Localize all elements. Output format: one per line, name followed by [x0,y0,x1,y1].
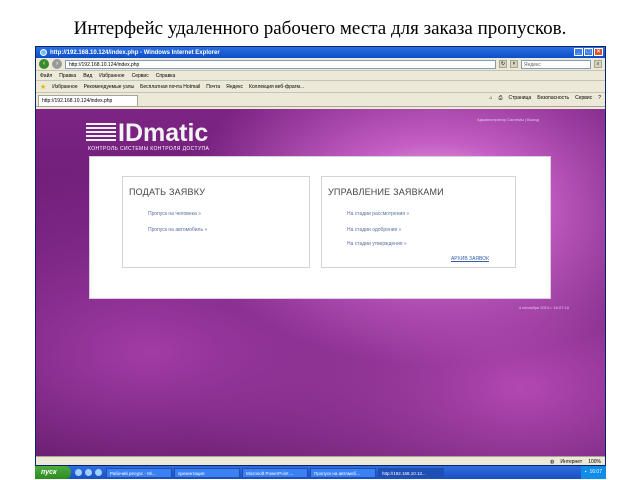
favorites-item[interactable]: Яндекс [226,84,243,90]
logo-text: IDmatic [118,119,209,147]
address-toolbar: ‹ › http://192.168.10.124/index.php ↻ × … [36,58,605,71]
window-title: http://192.168.10.124/index.php - Window… [50,49,220,56]
favorites-bar: ★ Избранное Рекомендуемые узлы Бесплатна… [36,81,605,93]
forward-button[interactable]: › [52,59,62,69]
tab-bar: http://192.168.10.124/index.php ⌂ ⎙ Стра… [36,93,605,107]
taskbar-item[interactable]: Пропуск на автомоб... [310,467,376,478]
address-input[interactable]: http://192.168.10.124/index.php [65,59,496,69]
menu-edit[interactable]: Правка [59,73,76,79]
command-tools[interactable]: Сервис [575,95,592,101]
status-bar: ◍ Интернет 100% [36,456,605,465]
stop-icon[interactable]: × [510,60,518,68]
taskbar-item[interactable]: презентация [174,467,240,478]
logo-stripes-icon [86,123,116,143]
favorites-item[interactable]: Коллекция веб-фрагм... [249,84,304,90]
submit-request-box: ПОДАТЬ ЗАЯВКУ Пропуск на человека » Проп… [122,176,310,268]
main-panel: ПОДАТЬ ЗАЯВКУ Пропуск на человека » Проп… [89,156,551,299]
favorites-item[interactable]: Бесплатная почта Hotmail [140,84,200,90]
start-button[interactable]: пуск [35,466,71,479]
window-controls: _ □ × [574,48,603,56]
zoom-level[interactable]: 100% [588,459,601,465]
favorites-button[interactable]: Избранное [52,84,77,90]
vehicle-pass-link[interactable]: Пропуск на автомобиль » [148,227,207,233]
search-input[interactable]: Яндекс [521,59,591,69]
tray-icon[interactable]: ▪ [585,466,587,479]
quick-launch [75,469,102,476]
back-button[interactable]: ‹ [39,59,49,69]
footer-date: 4 сентября 2013 г. 16:07:10 [518,305,569,310]
favorites-star-icon[interactable]: ★ [40,83,46,91]
browser-window: http://192.168.10.124/index.php - Window… [35,46,606,466]
help-icon[interactable]: ? [598,95,601,101]
status-zone: Интернет [560,459,583,465]
logo-subtitle: КОНТРОЛЬ СИСТЕМЫ КОНТРОЛЯ ДОСТУПА [88,146,210,152]
favorites-item[interactable]: Почта [206,84,220,90]
command-page[interactable]: Страница [509,95,532,101]
taskbar-item[interactable]: Рабочий ресурс - Mi... [106,467,172,478]
window-titlebar: http://192.168.10.124/index.php - Window… [36,47,605,58]
person-pass-link[interactable]: Пропуск на человека » [148,211,201,217]
command-bar: ⌂ ⎙ Страница Безопасность Сервис ? [489,95,601,101]
home-icon[interactable]: ⌂ [489,95,492,101]
submit-request-title: ПОДАТЬ ЗАЯВКУ [129,187,206,197]
archive-link[interactable]: АРХИВ ЗАЯВОК [451,256,489,262]
page-content: Администратор Системы | Выход IDmatic КО… [36,109,605,457]
manage-requests-box: УПРАВЛЕНИЕ ЗАЯВКАМИ На стадии рассмотрен… [321,176,516,268]
slide-title: Интерфейс удаленного рабочего места для … [73,18,567,39]
manage-requests-title: УПРАВЛЕНИЕ ЗАЯВКАМИ [328,187,444,197]
ie-icon [40,49,47,56]
menu-file[interactable]: Файл [40,73,52,79]
globe-icon: ◍ [550,459,555,465]
taskbar: пуск Рабочий ресурс - Mi... презентация … [35,466,606,479]
quicklaunch-icon[interactable] [95,469,102,476]
favorites-item[interactable]: Рекомендуемые узлы [84,84,135,90]
taskbar-item[interactable]: Microsoft PowerPoint ... [242,467,308,478]
refresh-icon[interactable]: ↻ [499,60,507,68]
menu-help[interactable]: Справка [156,73,176,79]
top-user-link[interactable]: Администратор Системы | Выход [477,117,539,122]
confirmation-stage-link[interactable]: На стадии утверждения » [347,241,407,247]
quicklaunch-icon[interactable] [75,469,82,476]
approval-stage-link[interactable]: На стадии одобрения » [347,227,401,233]
close-button[interactable]: × [594,48,603,56]
menu-tools[interactable]: Сервис [132,73,149,79]
menu-bar: Файл Правка Вид Избранное Сервис Справка [36,71,605,81]
menu-favorites[interactable]: Избранное [99,73,124,79]
command-safety[interactable]: Безопасность [537,95,569,101]
quicklaunch-icon[interactable] [85,469,92,476]
maximize-button[interactable]: □ [584,48,593,56]
print-icon[interactable]: ⎙ [499,95,503,101]
menu-view[interactable]: Вид [83,73,92,79]
taskbar-item-active[interactable]: http://192.168.10.12... [378,467,444,478]
review-stage-link[interactable]: На стадии рассмотрения » [347,211,409,217]
system-tray: ▪ 16:07 [580,466,606,479]
minimize-button[interactable]: _ [574,48,583,56]
idmatic-logo: IDmatic [86,119,209,147]
search-icon[interactable]: ⌕ [594,60,602,68]
tray-clock: 16:07 [589,469,602,475]
tab-current[interactable]: http://192.168.10.124/index.php [38,95,138,106]
